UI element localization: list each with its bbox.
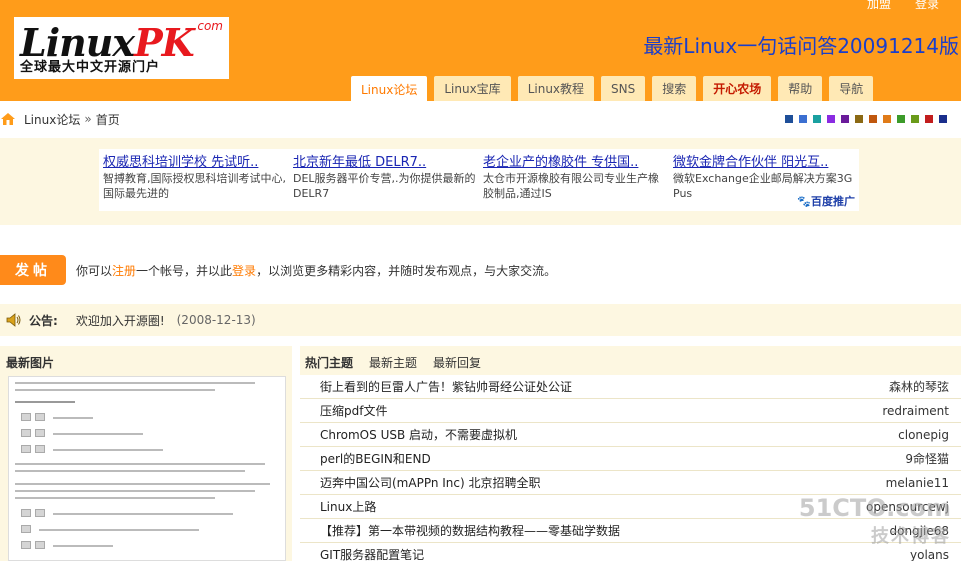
notice-date: (2008-12-13) <box>176 313 256 327</box>
nav-tab-forum[interactable]: Linux论坛 <box>351 76 428 102</box>
topic-author[interactable]: 9命怪猫 <box>905 450 949 467</box>
nav-tab-search[interactable]: 搜索 <box>652 76 697 101</box>
breadcrumb-separator: » <box>84 112 92 126</box>
color-swatch[interactable] <box>813 115 821 123</box>
notice-bar: 公告: 欢迎加入开源圈! (2008-12-13) <box>0 304 961 336</box>
logo-com: .com <box>193 19 223 33</box>
post-hint: 你可以注册一个帐号，并以此登录，以浏览更多精彩内容，并随时发布观点，与大家交流。 <box>76 263 557 278</box>
topics-tabs: 热门主题 最新主题 最新回复 <box>305 354 481 371</box>
watermark: 51CTO.com 技术博客 <box>798 494 951 547</box>
ad-item[interactable]: 权威思科培训学校 先试听.. 智搏教育,国际授权思科培训考试中心,国际最先进的 <box>103 151 288 201</box>
ad-title[interactable]: 权威思科培训学校 先试听.. <box>103 151 288 170</box>
topic-author[interactable]: melanie11 <box>886 476 949 490</box>
ad-desc: 智搏教育,国际授权思科培训考试中心,国际最先进的 <box>103 172 286 200</box>
topic-title[interactable]: ChromOS USB 启动，不需要虚拟机 <box>320 426 517 443</box>
breadcrumb-forum[interactable]: Linux论坛 <box>24 111 80 128</box>
register-link[interactable]: 注册 <box>112 264 136 278</box>
nav-tab-sns[interactable]: SNS <box>601 76 646 101</box>
notice-text[interactable]: 欢迎加入开源圈! <box>76 312 165 329</box>
color-swatch[interactable] <box>883 115 891 123</box>
notice-label: 公告: <box>29 313 58 328</box>
baidu-promo-label[interactable]: 🐾百度推广 <box>797 193 855 209</box>
topic-title[interactable]: 街上看到的巨雷人广告！紫钻帅哥经公证处公证 <box>320 378 572 395</box>
tab-new-replies[interactable]: 最新回复 <box>433 354 481 371</box>
topic-author[interactable]: 森林的琴弦 <box>889 378 949 395</box>
topic-row: 街上看到的巨雷人广告！紫钻帅哥经公证处公证 森林的琴弦 <box>300 375 961 399</box>
site-logo[interactable]: LinuxPK .com 全球最大中文开源门户 <box>14 17 229 79</box>
nav-tab-tutorial[interactable]: Linux教程 <box>517 76 595 101</box>
post-bar: 发帖 你可以注册一个帐号，并以此登录，以浏览更多精彩内容，并随时发布观点，与大家… <box>0 255 556 285</box>
color-swatch[interactable] <box>799 115 807 123</box>
color-swatch[interactable] <box>897 115 905 123</box>
topic-title[interactable]: perl的BEGIN和END <box>320 450 431 467</box>
topic-author[interactable]: clonepig <box>898 428 949 442</box>
nav-tab-library[interactable]: Linux宝库 <box>434 76 511 101</box>
top-links: 加盟 登录 <box>867 0 939 12</box>
topic-title[interactable]: 压缩pdf文件 <box>320 402 387 419</box>
login-link[interactable]: 登录 <box>915 0 939 12</box>
ad-item[interactable]: 老企业产的橡胶件 专供国.. 太仓市开源橡胶有限公司专业生产橡胶制品,通过IS <box>483 151 668 201</box>
color-swatch[interactable] <box>911 115 919 123</box>
main-nav: Linux论坛 Linux宝库 Linux教程 SNS 搜索 开心农场 帮助 导… <box>351 76 874 102</box>
topic-author[interactable]: yolans <box>910 548 949 561</box>
topic-author[interactable]: redraiment <box>882 404 949 418</box>
ad-desc: 太仓市开源橡胶有限公司专业生产橡胶制品,通过IS <box>483 172 659 200</box>
topic-title[interactable]: 【推荐】第一本带视频的数据结构教程——零基础学数据 <box>320 522 620 539</box>
latest-photo-thumbnail[interactable] <box>8 376 286 561</box>
ad-item[interactable]: 北京新年最低 DELR7.. DEL服务器平价专营,.为你提供最新的DELR7 <box>293 151 478 201</box>
tab-new-topics[interactable]: 最新主题 <box>369 354 417 371</box>
announcement-link[interactable]: 最新Linux一句话问答20091214版 <box>643 30 959 59</box>
nav-tab-help[interactable]: 帮助 <box>778 76 823 101</box>
color-swatch[interactable] <box>827 115 835 123</box>
color-swatch[interactable] <box>939 115 947 123</box>
ad-title[interactable]: 微软金牌合作伙伴 阳光互.. <box>673 151 858 170</box>
new-post-button[interactable]: 发帖 <box>0 255 66 285</box>
breadcrumb: Linux论坛 » 首页 <box>0 110 120 128</box>
home-icon[interactable] <box>0 111 16 127</box>
topic-title[interactable]: Linux上路 <box>320 498 376 515</box>
topic-row: ChromOS USB 启动，不需要虚拟机 clonepig <box>300 423 961 447</box>
topic-row: perl的BEGIN和END 9命怪猫 <box>300 447 961 471</box>
color-swatch[interactable] <box>855 115 863 123</box>
join-link[interactable]: 加盟 <box>867 0 891 12</box>
color-swatch[interactable] <box>925 115 933 123</box>
ad-title[interactable]: 北京新年最低 DELR7.. <box>293 151 478 170</box>
tab-hot-topics[interactable]: 热门主题 <box>305 354 353 371</box>
topic-row: 迈奔中国公司(mAPPn Inc) 北京招聘全职 melanie11 <box>300 471 961 495</box>
nav-tab-guide[interactable]: 导航 <box>829 76 874 101</box>
login-inline-link[interactable]: 登录 <box>232 264 256 278</box>
color-swatch[interactable] <box>841 115 849 123</box>
color-swatch[interactable] <box>785 115 793 123</box>
breadcrumb-current: 首页 <box>95 112 120 127</box>
ad-band: 权威思科培训学校 先试听.. 智搏教育,国际授权思科培训考试中心,国际最先进的 … <box>0 138 961 225</box>
nav-tab-farm[interactable]: 开心农场 <box>703 76 772 101</box>
paw-icon: 🐾 <box>797 195 811 208</box>
logo-slogan: 全球最大中文开源门户 <box>20 60 161 75</box>
topic-title[interactable]: GIT服务器配置笔记 <box>320 546 424 561</box>
style-color-swatches <box>785 115 947 123</box>
ad-title[interactable]: 老企业产的橡胶件 专供国.. <box>483 151 668 170</box>
topic-title[interactable]: 迈奔中国公司(mAPPn Inc) 北京招聘全职 <box>320 474 541 491</box>
speaker-icon <box>5 311 23 329</box>
site-header: 加盟 登录 LinuxPK .com 全球最大中文开源门户 最新Linux一句话… <box>0 0 961 102</box>
topic-row: 压缩pdf文件 redraiment <box>300 399 961 423</box>
latest-photos-panel: 最新图片 <box>0 346 292 561</box>
ad-desc: DEL服务器平价专营,.为你提供最新的DELR7 <box>293 172 476 200</box>
latest-photos-title: 最新图片 <box>6 356 55 370</box>
ad-box: 权威思科培训学校 先试听.. 智搏教育,国际授权思科培训考试中心,国际最先进的 … <box>99 149 859 211</box>
color-swatch[interactable] <box>869 115 877 123</box>
